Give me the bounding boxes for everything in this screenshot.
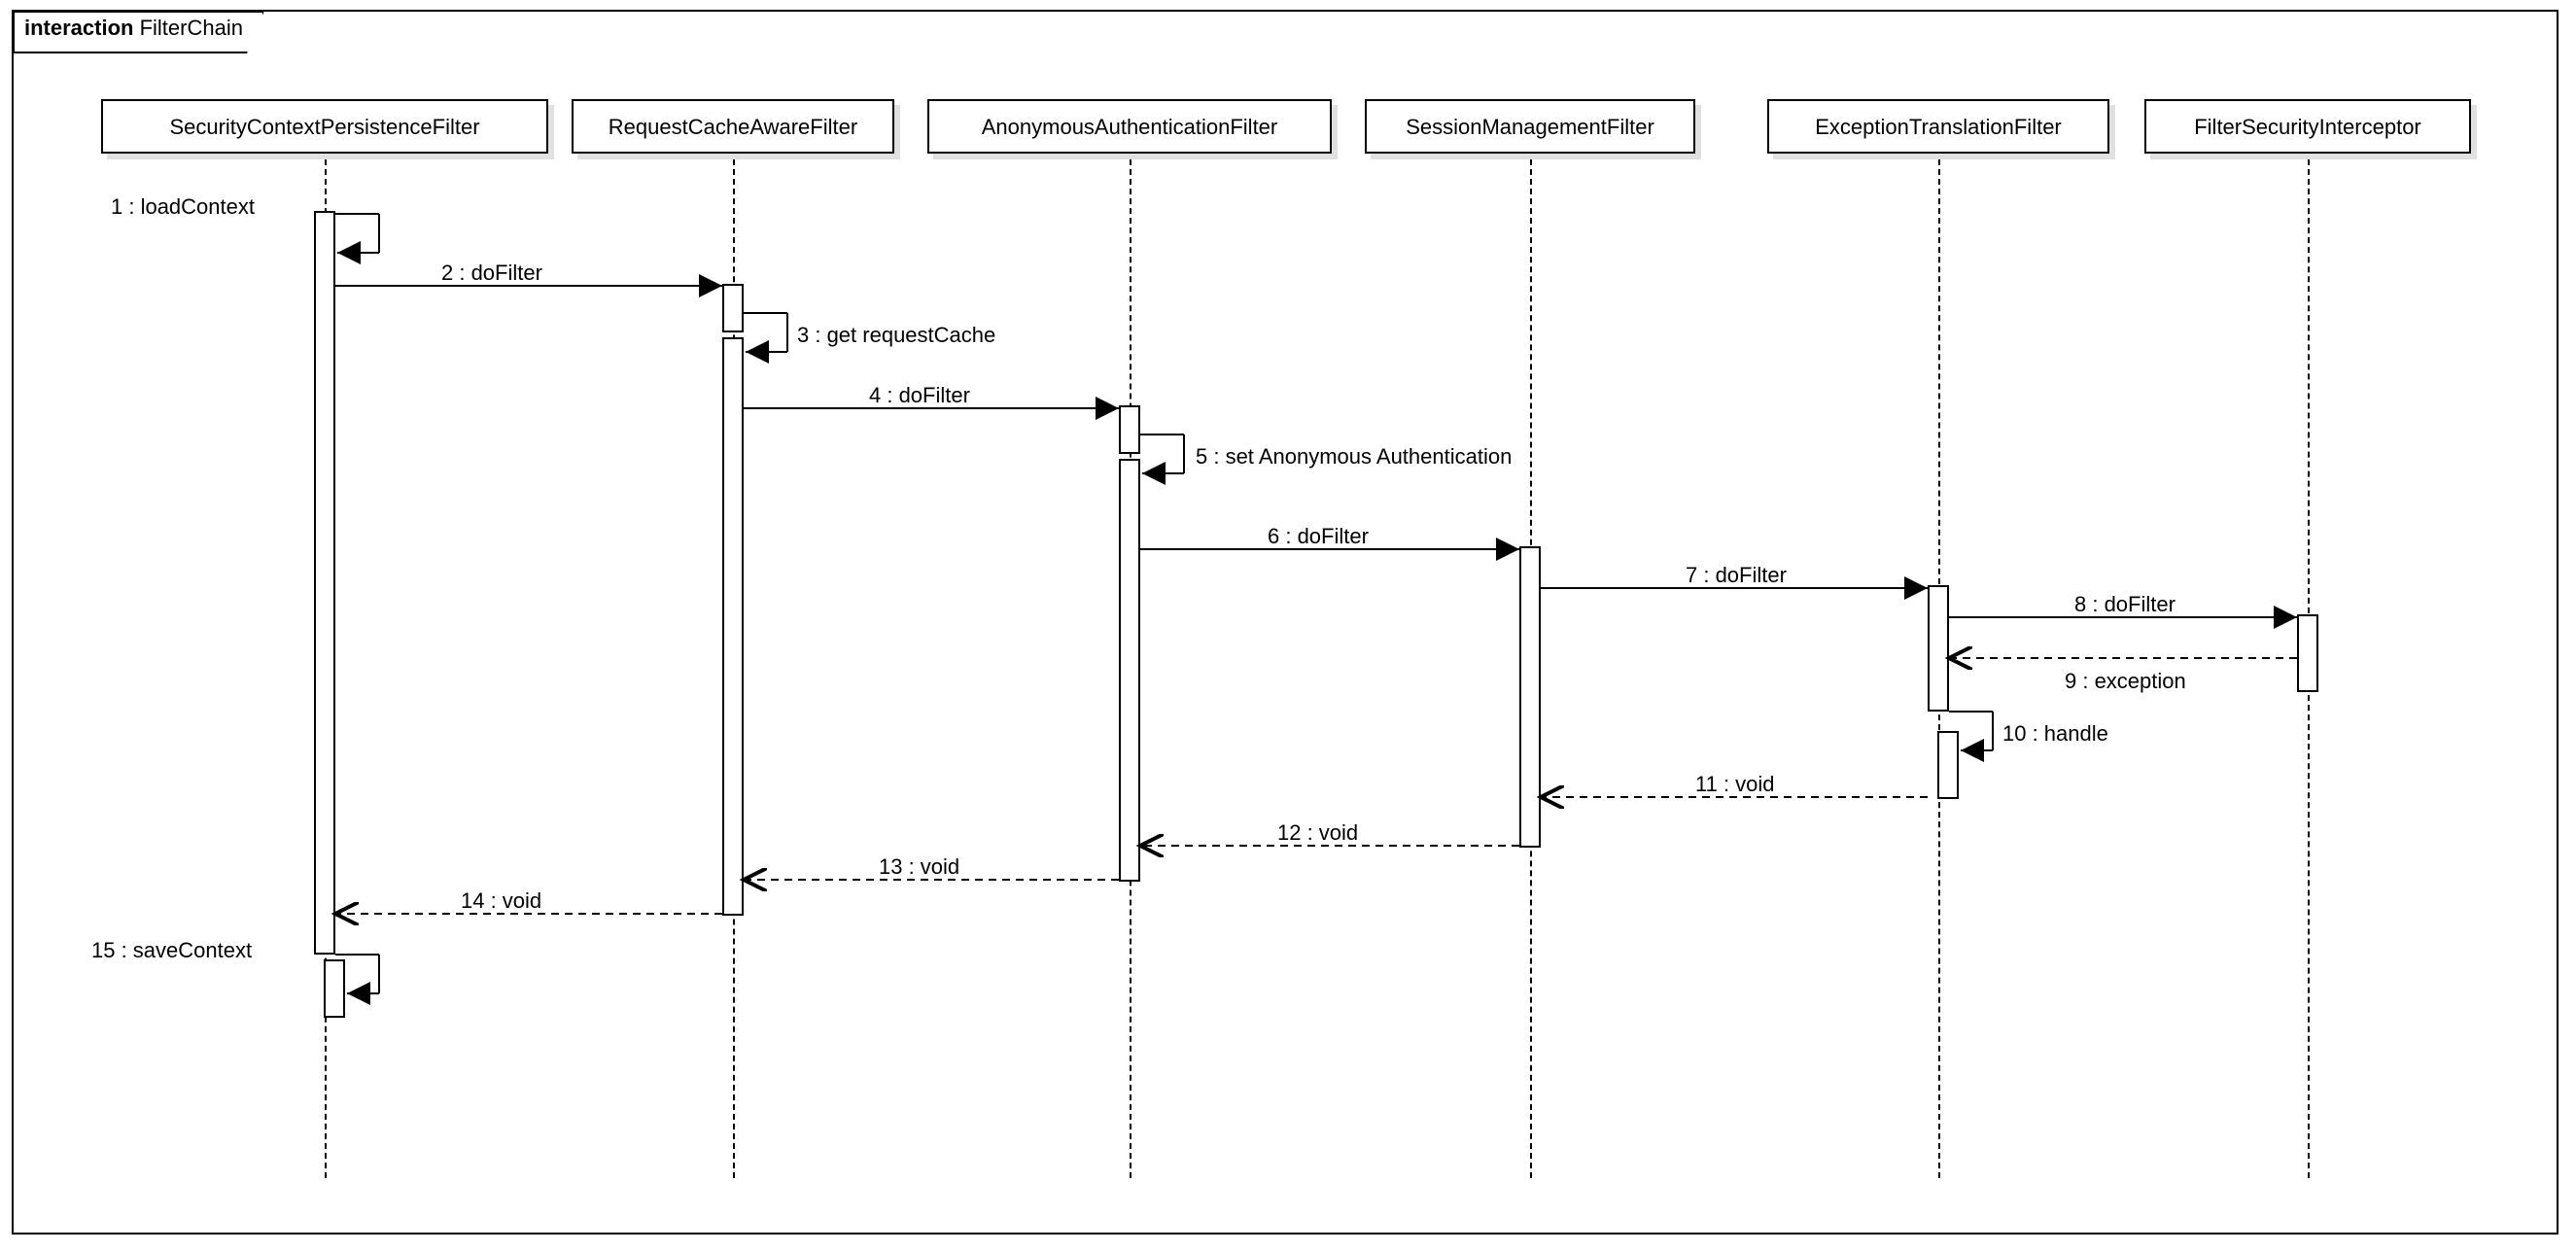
message-text: 12 : void [1277, 820, 1358, 845]
message-text: 1 : loadContext [111, 194, 255, 219]
message-label: 10 : handle [2002, 721, 2108, 747]
message-label: 4 : doFilter [869, 383, 970, 408]
lifeline-name: ExceptionTranslationFilter [1815, 115, 2062, 139]
lifeline-head: FilterSecurityInterceptor [2144, 99, 2471, 154]
message-text: 11 : void [1695, 772, 1775, 796]
activation-bar [324, 959, 345, 1018]
message-text: 8 : doFilter [2074, 592, 2176, 616]
message-label: 15 : saveContext [91, 938, 252, 963]
message-text: 2 : doFilter [441, 261, 542, 285]
lifeline-head: ExceptionTranslationFilter [1767, 99, 2109, 154]
lifeline-head: AnonymousAuthenticationFilter [927, 99, 1332, 154]
message-label: 1 : loadContext [111, 194, 255, 220]
message-label: 2 : doFilter [441, 261, 542, 286]
message-label: 3 : get requestCache [797, 323, 995, 348]
message-label: 8 : doFilter [2074, 592, 2176, 617]
message-text: 10 : handle [2002, 721, 2108, 746]
message-text: 13 : void [879, 854, 959, 879]
lifeline-head: SecurityContextPersistenceFilter [101, 99, 548, 154]
activation-bar [1928, 585, 1949, 712]
activation-bar [2297, 614, 2318, 692]
diagram-stage: SecurityContextPersistenceFilter RequestC… [14, 12, 2557, 1233]
arrow-overlay [14, 12, 2560, 1236]
activation-bar [1119, 459, 1140, 882]
activation-bar [1519, 546, 1541, 848]
lifeline-name: RequestCacheAwareFilter [609, 115, 857, 139]
message-text: 14 : void [461, 888, 541, 913]
message-label: 9 : exception [2065, 669, 2186, 694]
message-label: 13 : void [879, 854, 959, 880]
message-text: 7 : doFilter [1686, 563, 1787, 587]
message-label: 12 : void [1277, 820, 1358, 846]
activation-bar [722, 284, 744, 332]
activation-bar [722, 337, 744, 916]
activation-bar [314, 211, 335, 955]
message-text: 15 : saveContext [91, 938, 252, 962]
message-text: 6 : doFilter [1268, 524, 1369, 548]
interaction-frame: interaction FilterChain SecurityContextP… [12, 10, 2559, 1235]
lifeline-name: FilterSecurityInterceptor [2194, 115, 2421, 139]
message-label: 11 : void [1695, 772, 1775, 797]
lifeline-name: SecurityContextPersistenceFilter [169, 115, 479, 139]
diagram-canvas: interaction FilterChain SecurityContextP… [0, 0, 2576, 1252]
message-text: 9 : exception [2065, 669, 2186, 693]
message-text: 4 : doFilter [869, 383, 970, 407]
message-label: 5 : set Anonymous Authentication [1196, 444, 1512, 470]
message-text: 3 : get requestCache [797, 323, 995, 347]
lifeline-name: AnonymousAuthenticationFilter [982, 115, 1278, 139]
lifeline-head: RequestCacheAwareFilter [572, 99, 894, 154]
message-label: 7 : doFilter [1686, 563, 1787, 588]
message-text: 5 : set Anonymous Authentication [1196, 444, 1512, 469]
lifeline-head: SessionManagementFilter [1365, 99, 1695, 154]
activation-bar [1119, 405, 1140, 454]
message-label: 14 : void [461, 888, 541, 914]
lifeline-name: SessionManagementFilter [1406, 115, 1654, 139]
activation-bar [1937, 731, 1959, 799]
message-label: 6 : doFilter [1268, 524, 1369, 549]
